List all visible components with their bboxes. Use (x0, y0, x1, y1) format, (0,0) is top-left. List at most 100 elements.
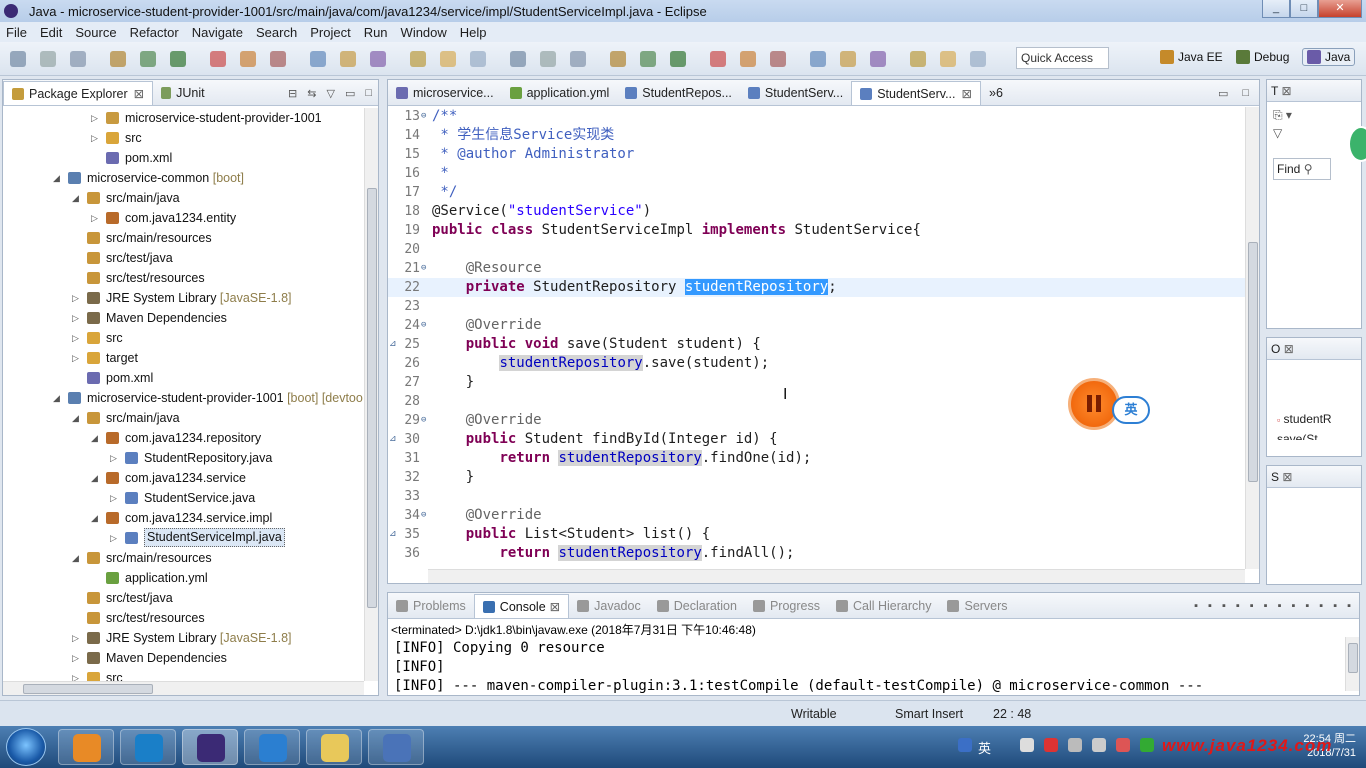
tree-row[interactable]: ◢ microservice-student-provider-1001 [boo… (3, 388, 364, 408)
tree-row[interactable]: ▷ src (3, 128, 364, 148)
expand-toggle-icon[interactable]: ▷ (72, 668, 82, 681)
tree-row[interactable]: ◢ com.java1234.repository (3, 428, 364, 448)
tree-row[interactable]: ▷ src (3, 328, 364, 348)
taskbar-app-explorer[interactable] (306, 729, 362, 765)
close-icon[interactable]: ⊠ (962, 86, 972, 101)
tree-row[interactable]: src/main/resources (3, 228, 364, 248)
tree-row[interactable]: src/test/resources (3, 268, 364, 288)
next-icon[interactable] (410, 51, 426, 67)
tree-row[interactable]: ◢ com.java1234.service.impl (3, 508, 364, 528)
menu-run[interactable]: Run (364, 25, 388, 40)
editor-horizontal-scrollbar[interactable] (428, 569, 1245, 583)
menu-refactor[interactable]: Refactor (130, 25, 179, 40)
tree-row[interactable]: src/test/resources (3, 608, 364, 628)
close-icon[interactable]: ⊠ (134, 86, 144, 101)
tree-row[interactable]: ◢ src/main/java (3, 408, 364, 428)
minimize-view-icon[interactable]: ▪ (1333, 600, 1337, 612)
external-icon[interactable] (210, 51, 226, 67)
expand-toggle-icon[interactable]: ▷ (91, 108, 101, 128)
expand-toggle-icon[interactable]: ◢ (53, 388, 63, 408)
annotation-icon[interactable] (870, 51, 886, 67)
tab-task-list[interactable]: T (1271, 84, 1278, 98)
editor-vertical-scrollbar[interactable] (1245, 107, 1259, 569)
expand-toggle-icon[interactable]: ▷ (72, 628, 82, 648)
scroll-thumb[interactable] (1348, 643, 1358, 673)
expand-toggle-icon[interactable]: ◢ (72, 408, 82, 428)
search-tool-icon[interactable] (110, 51, 126, 67)
coverage-icon[interactable] (740, 51, 756, 67)
expand-toggle-icon[interactable]: ▷ (110, 448, 120, 468)
remove-launch-icon[interactable]: ▪ (1208, 600, 1212, 612)
new-icon[interactable] (510, 51, 526, 67)
expand-toggle-icon[interactable]: ▷ (110, 488, 120, 508)
tray-ime-label[interactable]: 英 (978, 738, 991, 757)
tree-row[interactable]: src/test/java (3, 588, 364, 608)
open-type-icon[interactable] (810, 51, 826, 67)
expand-toggle-icon[interactable]: ▷ (91, 128, 101, 148)
console-scrollbar[interactable] (1345, 637, 1359, 691)
print-icon[interactable] (70, 51, 86, 67)
maximize-button[interactable]: □ (1290, 0, 1318, 18)
editor-tab[interactable]: microservice... (388, 81, 502, 105)
ime-indicator[interactable]: 英 (1112, 396, 1150, 424)
perspective-debug[interactable]: Debug (1236, 50, 1289, 64)
tree-row[interactable]: ◢ src/main/resources (3, 548, 364, 568)
tree-horizontal-scrollbar[interactable] (3, 681, 364, 695)
expand-toggle-icon[interactable]: ▷ (72, 348, 82, 368)
back-icon[interactable] (940, 51, 956, 67)
taskbar-app-red[interactable] (120, 729, 176, 765)
pin-icon[interactable]: ▪ (1278, 600, 1282, 612)
open-console-icon[interactable]: ▪ (1291, 600, 1295, 612)
tree-row[interactable]: ▷ src (3, 668, 364, 681)
expand-toggle-icon[interactable]: ◢ (72, 188, 82, 208)
tree-row[interactable]: application.yml (3, 568, 364, 588)
tree-row[interactable]: pom.xml (3, 368, 364, 388)
close-icon[interactable]: ⊠ (1284, 342, 1294, 356)
fold-icon[interactable]: ⊖ (421, 107, 426, 126)
outline-item[interactable]: save(St (1277, 432, 1318, 440)
tree-row[interactable]: ◢ com.java1234.service (3, 468, 364, 488)
editor-tab[interactable]: StudentServ... ⊠ (851, 81, 981, 105)
new-task-icon[interactable]: ⎘ ▾ (1273, 108, 1292, 123)
console-tab[interactable]: Javadoc (569, 594, 649, 618)
tray-security-icon[interactable] (1044, 738, 1058, 752)
console-tab[interactable]: Console ⊠ (473, 594, 570, 618)
tree-row[interactable]: pom.xml (3, 148, 364, 168)
tab-servers[interactable]: S (1271, 470, 1279, 484)
tray-usb-icon[interactable] (1068, 738, 1082, 752)
quick-access-input[interactable]: Quick Access (1016, 47, 1109, 69)
tree-row[interactable]: ▷ microservice-student-provider-1001 (3, 108, 364, 128)
forward-icon[interactable] (970, 51, 986, 67)
close-icon[interactable]: ⊠ (1281, 84, 1291, 98)
menu-search[interactable]: Search (256, 25, 297, 40)
tree-row[interactable]: ▷ target (3, 348, 364, 368)
debug-icon[interactable] (640, 51, 656, 67)
fold-icon[interactable]: ⊖ (421, 259, 426, 278)
editor-tab[interactable]: StudentServ... (740, 81, 851, 105)
remove-all-icon[interactable]: ▪ (1222, 600, 1226, 612)
save-icon[interactable] (540, 51, 556, 67)
profile-icon[interactable] (770, 51, 786, 67)
expand-toggle-icon[interactable]: ▷ (72, 648, 82, 668)
fold-icon[interactable]: ⊖ (421, 411, 426, 430)
perspective-java-ee[interactable]: Java EE (1160, 50, 1223, 64)
taskbar-app-media[interactable] (368, 729, 424, 765)
tray-network-icon[interactable] (1020, 738, 1034, 752)
expand-toggle-icon[interactable]: ◢ (72, 548, 82, 568)
close-button[interactable]: ✕ (1318, 0, 1362, 18)
run-icon[interactable] (170, 51, 186, 67)
expand-toggle-icon[interactable]: ▷ (72, 288, 82, 308)
tree-row[interactable]: ▷ com.java1234.entity (3, 208, 364, 228)
editor-tab-overflow[interactable]: »6 (981, 81, 1011, 105)
console-tab[interactable]: Call Hierarchy (828, 594, 940, 618)
debug-icon[interactable] (140, 51, 156, 67)
task-find-input[interactable]: Find ⚲ (1273, 158, 1331, 180)
taskbar-app-browser[interactable] (58, 729, 114, 765)
tree-row[interactable]: src/test/java (3, 248, 364, 268)
next-icon[interactable] (910, 51, 926, 67)
outline-item[interactable]: ▫ studentR (1277, 412, 1332, 426)
tab-outline[interactable]: O (1271, 342, 1280, 356)
task-icon[interactable] (340, 51, 356, 67)
menu-edit[interactable]: Edit (40, 25, 62, 40)
annotation-icon[interactable] (370, 51, 386, 67)
